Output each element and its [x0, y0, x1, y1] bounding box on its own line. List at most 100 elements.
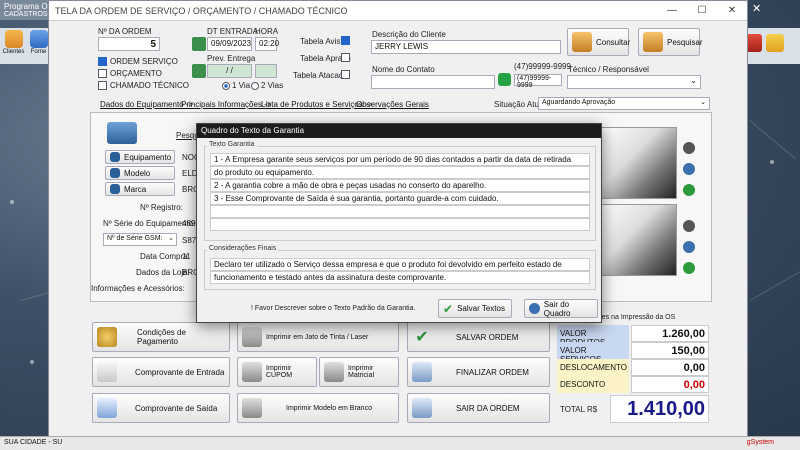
add-photo-icon[interactable] [683, 262, 695, 274]
maximize-icon[interactable]: ☐ [687, 5, 717, 16]
order-number-label: Nº DA ORDEM [98, 27, 152, 36]
order-number-field[interactable]: 5 [98, 37, 160, 51]
tab-dados-equipamento[interactable]: Dados do Equipamento -> [100, 100, 193, 109]
hour-label: HORA [255, 27, 279, 36]
window-titlebar: TELA DA ORDEM DE SERVIÇO / ORÇAMENTO / C… [49, 1, 747, 21]
consult-icon [572, 32, 592, 52]
imprimir-cupom-button[interactable]: Imprimir CUPOM [237, 357, 317, 387]
modelo-button[interactable]: Modelo [105, 166, 175, 180]
radio-icon [251, 81, 259, 90]
exit-icon[interactable] [766, 34, 784, 52]
prev-delivery-field[interactable]: / / [207, 64, 252, 78]
chevron-down-icon: ⌄ [700, 99, 706, 106]
gsm-value: S87 [182, 236, 197, 245]
consideracoes-line[interactable]: Declaro ter utilizado o Serviço dessa em… [210, 258, 590, 271]
status-city: SUA CIDADE - SU [4, 439, 63, 446]
tab-principais-informacoes[interactable]: Principais Informações -> [181, 100, 271, 109]
tab-observacoes[interactable]: Observações Gerais [356, 100, 429, 109]
info-label: Informações e Acessórios: [91, 284, 185, 293]
calendar-icon[interactable] [192, 37, 206, 51]
document-check-icon [412, 362, 432, 382]
clientes-button[interactable]: Clientes [2, 30, 25, 62]
marca-button[interactable]: Marca [105, 182, 175, 196]
equipment-photo [601, 204, 677, 276]
prev-hour-field[interactable] [255, 64, 277, 78]
technician-select[interactable]: ⌄ [567, 75, 701, 89]
entry-date-label: DT ENTRADA [207, 27, 258, 36]
tabela-avista-label: Tabela Avista [300, 37, 347, 46]
add-photo-icon[interactable] [683, 184, 695, 196]
hour-field[interactable]: 02:20 [255, 37, 279, 51]
imprimir-matricial-button[interactable]: Imprimir Matricial [319, 357, 399, 387]
summary-deslocamento: DESLOCAMENTO 0,00 [557, 359, 709, 376]
bg-dot [10, 200, 14, 204]
whatsapp-icon[interactable] [498, 73, 511, 86]
client-name-field[interactable]: JERRY LEWIS [371, 40, 561, 54]
summary-valor-servicos: VALOR SERVICOS150,00 [557, 342, 709, 364]
camera-icon[interactable] [683, 142, 695, 154]
tabela-atacado-checkbox[interactable] [341, 70, 350, 79]
radio-icon [222, 81, 230, 90]
garantia-line[interactable] [210, 205, 590, 218]
sair-quadro-button[interactable]: Sair do Quadro [524, 299, 598, 318]
zoom-icon[interactable] [683, 241, 695, 253]
phone-2-field[interactable]: (47)99999-9999 [514, 74, 562, 89]
contact-field[interactable] [371, 75, 495, 89]
tabela-atacado-label: Tabela Atacado [293, 71, 348, 80]
comprovante-entrada-button[interactable]: Comprovante de Entrada [92, 357, 230, 387]
tabela-avista-checkbox[interactable] [341, 36, 350, 45]
situation-select[interactable]: Aguardando Aprovação ⌄ [538, 97, 710, 110]
bg-close-icon[interactable]: ✕ [752, 2, 761, 15]
exit-icon [529, 303, 540, 314]
camera-icon[interactable] [683, 220, 695, 232]
garantia-line[interactable] [210, 218, 590, 231]
search-icon [110, 184, 120, 194]
check-icon [98, 57, 107, 67]
garantia-line[interactable]: 3 - Esse Comprovante de Saída é sua gara… [210, 192, 590, 205]
type-os-option[interactable]: ORDEM SERVIÇO [98, 57, 178, 67]
comprovante-saida-button[interactable]: Comprovante de Saída [92, 393, 230, 423]
type-orcamento-option[interactable]: ORÇAMENTO [98, 69, 162, 79]
total-value: 1.410,00 [610, 395, 709, 423]
exit-door-icon [412, 398, 432, 418]
window-title: TELA DA ORDEM DE SERVIÇO / ORÇAMENTO / C… [55, 5, 348, 16]
check-icon [98, 81, 107, 91]
summary-desconto: DESCONTO 0,00 [557, 376, 709, 393]
coins-icon [97, 327, 117, 347]
tabela-aprazo-checkbox[interactable] [341, 53, 350, 62]
fornecedores-button[interactable]: Forne [27, 30, 50, 62]
client-desc-label: Descrição do Cliente [372, 30, 446, 39]
search-icon [110, 152, 120, 162]
imprimir-modelo-branco-button[interactable]: Imprimir Modelo em Branco [237, 393, 399, 423]
type-chamado-option[interactable]: CHAMADO TÉCNICO [98, 81, 189, 91]
calendar-icon[interactable] [192, 64, 206, 78]
consideracoes-group-label: Considerações Finais [207, 245, 279, 252]
via-1-option[interactable]: 1 Via [222, 81, 250, 90]
condicoes-pagamento-button[interactable]: Condições de Pagamento [92, 322, 230, 352]
gsm-select[interactable]: Nº de Série GSM: ⌄ [103, 233, 177, 246]
consideracoes-line[interactable]: funcionamento e testado antes da assinat… [210, 271, 590, 284]
pesquisar-button[interactable]: Pesquisar [638, 28, 703, 56]
status-brand: gSystem [746, 439, 774, 446]
equipamento-button[interactable]: Equipamento [105, 150, 175, 164]
sair-ordem-button[interactable]: SAIR DA ORDEM [407, 393, 550, 423]
salvar-textos-button[interactable]: ✔ Salvar Textos [438, 299, 512, 318]
finalizar-ordem-button[interactable]: FINALIZAR ORDEM [407, 357, 550, 387]
entry-date-field[interactable]: 09/09/2023 [207, 37, 252, 51]
via-2-option[interactable]: 2 Vias [251, 81, 283, 90]
salvar-ordem-button[interactable]: ✔ SALVAR ORDEM [407, 322, 550, 352]
dialog-title: Quadro do Texto da Garantia [197, 124, 601, 138]
chevron-down-icon: ⌄ [690, 76, 697, 85]
printer-icon [242, 327, 262, 347]
garantia-line[interactable]: do produto ou equipamento. [210, 166, 590, 179]
garantia-line[interactable]: 1 - A Empresa garante seus serviços por … [210, 153, 590, 166]
close-icon[interactable]: ✕ [717, 5, 747, 16]
minimize-icon[interactable]: — [657, 5, 687, 16]
zoom-icon[interactable] [683, 163, 695, 175]
garantia-line[interactable]: 2 - A garantia cobre a mão de obra e peç… [210, 179, 590, 192]
consultar-button[interactable]: Consultar [567, 28, 630, 56]
main-toolbar: Clientes Forne [0, 28, 52, 64]
clients-icon [4, 30, 23, 48]
imprimir-jato-button[interactable]: Imprimir em Jato de Tinta / Laser [237, 322, 399, 352]
computer-icon [107, 122, 137, 144]
